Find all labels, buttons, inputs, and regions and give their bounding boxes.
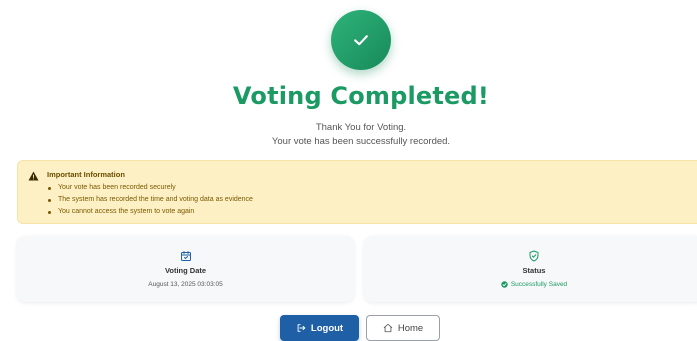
check-circle-icon [501,281,508,288]
important-info-alert: Important Information Your vote has been… [17,160,697,224]
home-icon [383,323,392,333]
logout-icon [297,324,306,332]
status-badge: Successfully Saved [501,281,567,288]
status-value: Successfully Saved [510,281,568,288]
alert-list-item: Your vote has been recorded securely [48,182,253,194]
vote-complete-page: Voting Completed! Thank You for Voting. … [0,0,697,341]
status-card: Status Successfully Saved [364,236,697,302]
logout-button-label: Logout [310,322,344,334]
calendar-check-icon [180,251,191,261]
page-subtitle: Thank You for Voting. Your vote has been… [0,121,697,149]
alert-list: Your vote has been recorded securely The… [48,182,253,218]
success-check-badge [331,10,391,70]
home-button-label: Home [397,322,424,334]
page-title: Voting Completed! [232,82,490,110]
thanks-text: Thank You for Voting. [315,122,407,133]
logout-button[interactable]: Logout [280,315,359,341]
alert-list-item: The system has recorded the time and vot… [48,194,253,206]
alert-list-item: You cannot access the system to vote aga… [48,206,253,218]
recorded-text: Your vote has been successfully recorded… [271,136,451,147]
shield-check-icon [529,250,539,262]
voting-date-label: Voting Date [164,266,207,275]
voting-date-card: Voting Date August 13, 2025 03:03:05 [17,236,354,302]
status-label: Status [522,266,546,275]
check-icon [354,35,368,46]
voting-date-value: August 13, 2025 03:03:05 [148,281,223,288]
home-button[interactable]: Home [366,315,440,341]
warning-triangle-icon [28,171,39,181]
alert-title: Important Information [47,170,125,179]
